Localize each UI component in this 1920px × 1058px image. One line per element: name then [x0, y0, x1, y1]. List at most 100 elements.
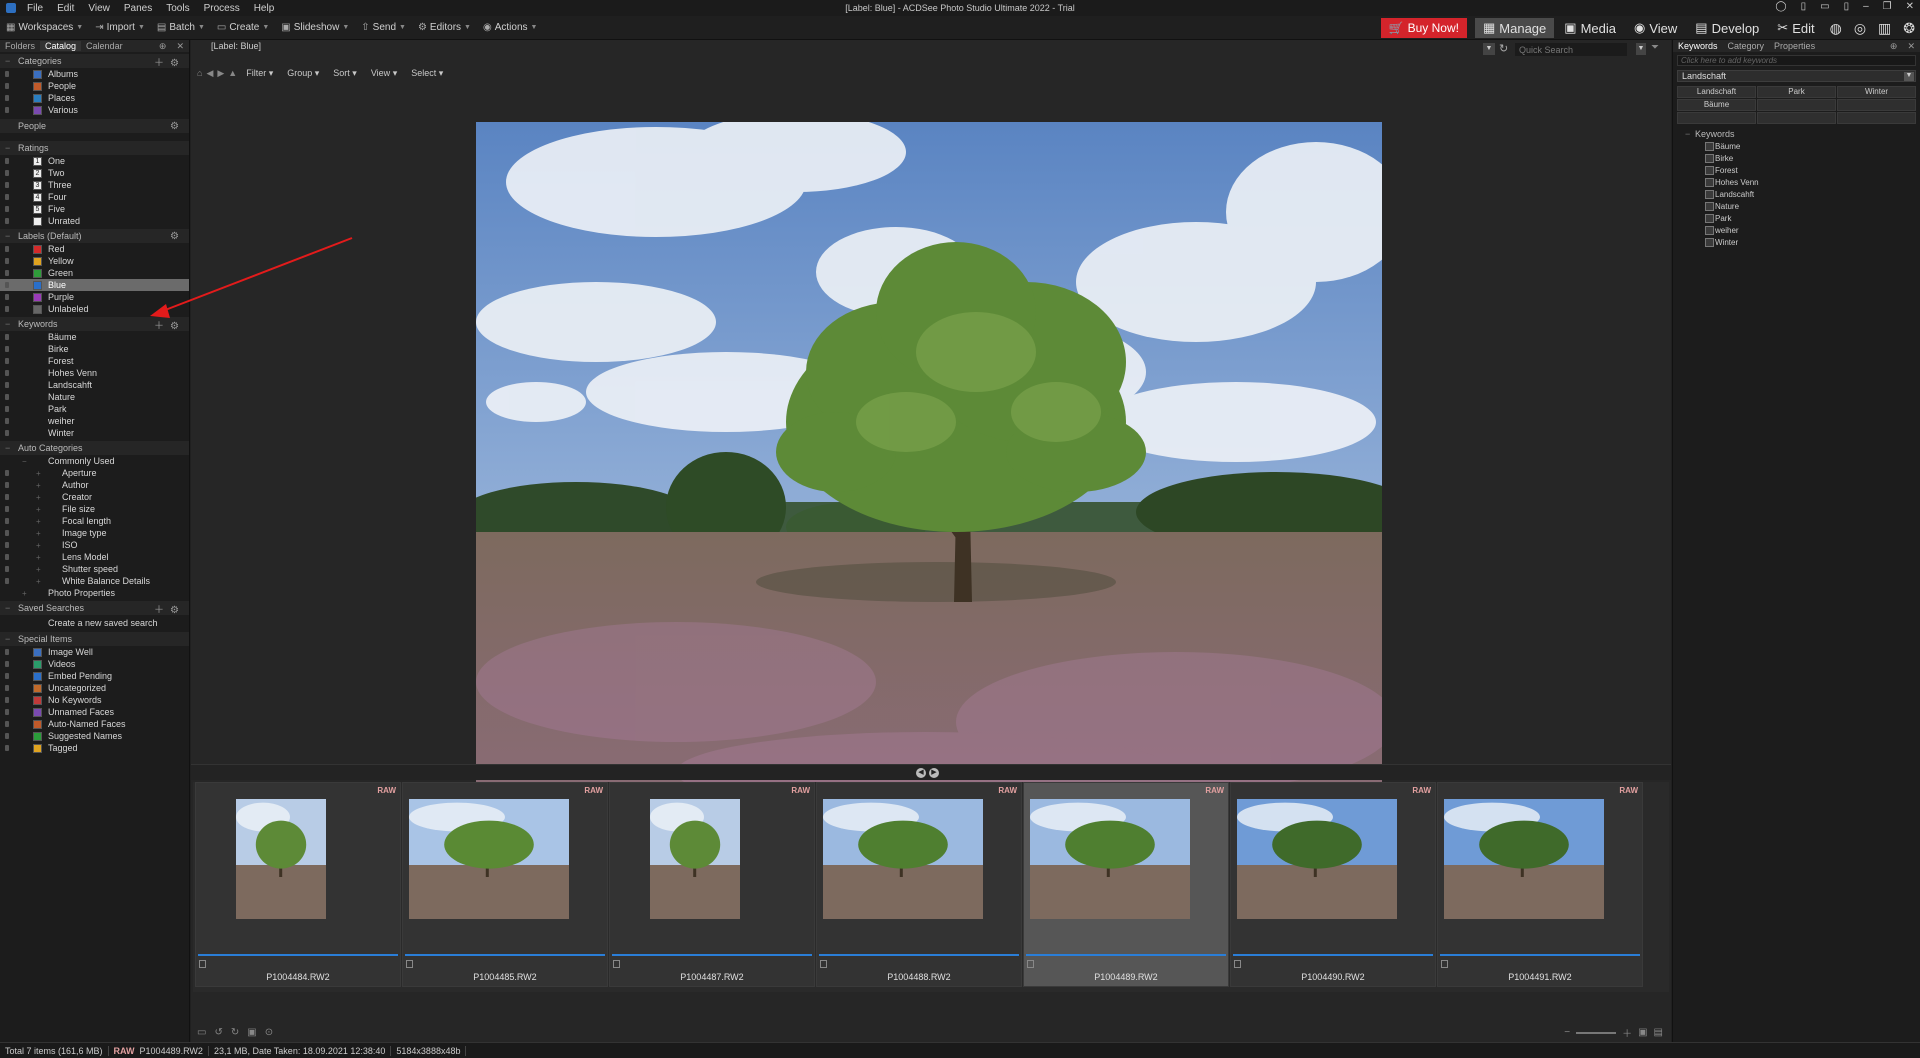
section-special-items[interactable]: − Special Items	[0, 632, 189, 646]
special-item-uncategorized[interactable]: Uncategorized	[0, 682, 189, 694]
gear-icon[interactable]: ⚙	[170, 121, 185, 132]
details-view-icon[interactable]: ▤	[1654, 1027, 1663, 1038]
zoom-in-icon[interactable]: ＋	[1622, 1025, 1632, 1040]
auto-category-lens-model[interactable]: + Lens Model	[0, 551, 189, 563]
tab-calendar[interactable]: Calendar	[81, 41, 128, 51]
workspaces-button[interactable]: ▦ Workspaces ▼	[0, 22, 89, 33]
expand-icon[interactable]: +	[36, 541, 41, 550]
filmstrip-next-icon[interactable]: ▶	[929, 768, 939, 778]
auto-commonly-used[interactable]: − Commonly Used	[0, 455, 189, 467]
actions-button[interactable]: ◉ Actions ▼	[477, 22, 543, 33]
rating-five[interactable]: 5 Five	[0, 203, 189, 215]
section-tools-icon[interactable]: ＋⚙	[154, 601, 185, 616]
auto-category-aperture[interactable]: + Aperture	[0, 467, 189, 479]
view-menu[interactable]: View ▾	[364, 68, 404, 79]
category-places[interactable]: Places	[0, 92, 189, 104]
special-item-auto-named-faces[interactable]: Auto-Named Faces	[0, 718, 189, 730]
acdsee-logo-icon[interactable]: ❂	[1898, 20, 1920, 37]
360-icon[interactable]: ◎	[1849, 20, 1871, 37]
quick-keyword-button[interactable]: Winter	[1837, 86, 1916, 98]
refresh-icon[interactable]: ↻	[1499, 42, 1508, 55]
quick-keyword-button[interactable]	[1757, 112, 1836, 124]
save-icon[interactable]: ▭	[197, 1027, 206, 1038]
keyword-park[interactable]: Park	[0, 403, 189, 415]
tab-properties[interactable]: Properties	[1769, 41, 1820, 51]
filmstrip-thumbnail[interactable]: RAW P1004490.RW2	[1230, 782, 1436, 987]
expand-icon[interactable]: +	[36, 577, 41, 586]
special-item-image-well[interactable]: Image Well	[0, 646, 189, 658]
search-dropdown-icon[interactable]: ▼	[1636, 43, 1646, 55]
user-icon[interactable]: ◯	[1775, 1, 1786, 12]
mode-edit[interactable]: ✂ Edit	[1769, 18, 1822, 38]
preview-photo[interactable]	[476, 122, 1382, 803]
section-auto-categories[interactable]: − Auto Categories	[0, 441, 189, 455]
dropdown-icon[interactable]: ▼	[1483, 43, 1495, 55]
auto-category-iso[interactable]: + ISO	[0, 539, 189, 551]
close-pane-icon[interactable]: ✕	[1902, 41, 1920, 52]
filter-menu[interactable]: Filter ▾	[239, 68, 280, 79]
send-button[interactable]: ⇧ Send ▼	[355, 22, 412, 33]
quick-keyword-button[interactable]	[1757, 99, 1836, 111]
expand-icon[interactable]: +	[36, 553, 41, 562]
label-unlabeled[interactable]: Unlabeled	[0, 303, 189, 315]
section-ratings[interactable]: − Ratings	[0, 141, 189, 155]
tab-keywords[interactable]: Keywords	[1673, 41, 1723, 51]
keyword-checkbox-weiher[interactable]: weiher	[1673, 224, 1920, 236]
layout-bottom-icon[interactable]: ▭	[1820, 1, 1829, 12]
group-menu[interactable]: Group ▾	[280, 68, 326, 79]
filter-icon[interactable]: ⏷	[1651, 42, 1659, 53]
keyword-landscahft[interactable]: Landscahft	[0, 379, 189, 391]
category-albums[interactable]: Albums	[0, 68, 189, 80]
keyword-checkbox-landscahft[interactable]: Landscahft	[1673, 188, 1920, 200]
label-purple[interactable]: Purple	[0, 291, 189, 303]
expand-icon[interactable]: +	[36, 481, 41, 490]
section-labels[interactable]: − Labels (Default) ⚙	[0, 229, 189, 243]
layout-left-icon[interactable]: ▯	[1801, 1, 1807, 12]
expand-icon[interactable]: +	[36, 505, 41, 514]
import-button[interactable]: ⇥ Import ▼	[89, 22, 151, 33]
expand-icon[interactable]: +	[36, 493, 41, 502]
tab-catalog[interactable]: Catalog	[40, 41, 82, 51]
label-yellow[interactable]: Yellow	[0, 255, 189, 267]
minimize-icon[interactable]: –	[1863, 1, 1869, 12]
quick-keyword-button[interactable]: Park	[1757, 86, 1836, 98]
zoom-control[interactable]: − ＋ ▣ ▤	[1564, 1025, 1663, 1040]
quick-keyword-button[interactable]	[1837, 112, 1916, 124]
quick-keyword-button[interactable]	[1677, 112, 1756, 124]
keyword-checkbox-winter[interactable]: Winter	[1673, 236, 1920, 248]
section-keywords[interactable]: − Keywords ＋⚙	[0, 317, 189, 332]
expand-icon[interactable]: +	[36, 529, 41, 538]
quick-keyword-button[interactable]: Landschaft	[1677, 86, 1756, 98]
create-button[interactable]: ▭ Create ▼	[211, 22, 275, 33]
maximize-icon[interactable]: ❐	[1883, 1, 1892, 12]
auto-category-creator[interactable]: + Creator	[0, 491, 189, 503]
gear-icon[interactable]: ⚙	[170, 231, 185, 242]
keyword-nature[interactable]: Nature	[0, 391, 189, 403]
expand-icon[interactable]: +	[36, 517, 41, 526]
close-icon[interactable]: ✕	[1906, 1, 1914, 12]
rotate-right-icon[interactable]: ↻	[231, 1027, 239, 1038]
keyword-weiher[interactable]: weiher	[0, 415, 189, 427]
select-menu[interactable]: Select ▾	[404, 68, 450, 79]
home-icon[interactable]: ⌂	[191, 68, 204, 78]
label-red[interactable]: Red	[0, 243, 189, 255]
quick-keyword-button[interactable]: Bäume	[1677, 99, 1756, 111]
filmstrip-thumbnail[interactable]: RAW P1004488.RW2	[816, 782, 1022, 987]
section-people[interactable]: People ⚙	[0, 119, 189, 133]
quick-keyword-set-select[interactable]: Landschaft ▼	[1677, 70, 1916, 82]
label-blue[interactable]: Blue	[0, 279, 189, 291]
keyword-tree-header[interactable]: Keywords	[1673, 128, 1920, 140]
keyword-checkbox-hohes-venn[interactable]: Hohes Venn	[1673, 176, 1920, 188]
globe-icon[interactable]: ◍	[1825, 20, 1847, 37]
keyword-checkbox-park[interactable]: Park	[1673, 212, 1920, 224]
rating-two[interactable]: 2 Two	[0, 167, 189, 179]
settings-icon[interactable]: ⊙	[265, 1027, 273, 1038]
filmstrip-thumbnail[interactable]: RAW P1004485.RW2	[402, 782, 608, 987]
zoom-slider[interactable]	[1576, 1031, 1617, 1034]
label-green[interactable]: Green	[0, 267, 189, 279]
auto-category-file-size[interactable]: + File size	[0, 503, 189, 515]
mode-manage[interactable]: ▦ Manage	[1474, 18, 1555, 38]
rating-one[interactable]: 1 One	[0, 155, 189, 167]
menu-edit[interactable]: Edit	[50, 3, 81, 14]
keyword-checkbox-forest[interactable]: Forest	[1673, 164, 1920, 176]
